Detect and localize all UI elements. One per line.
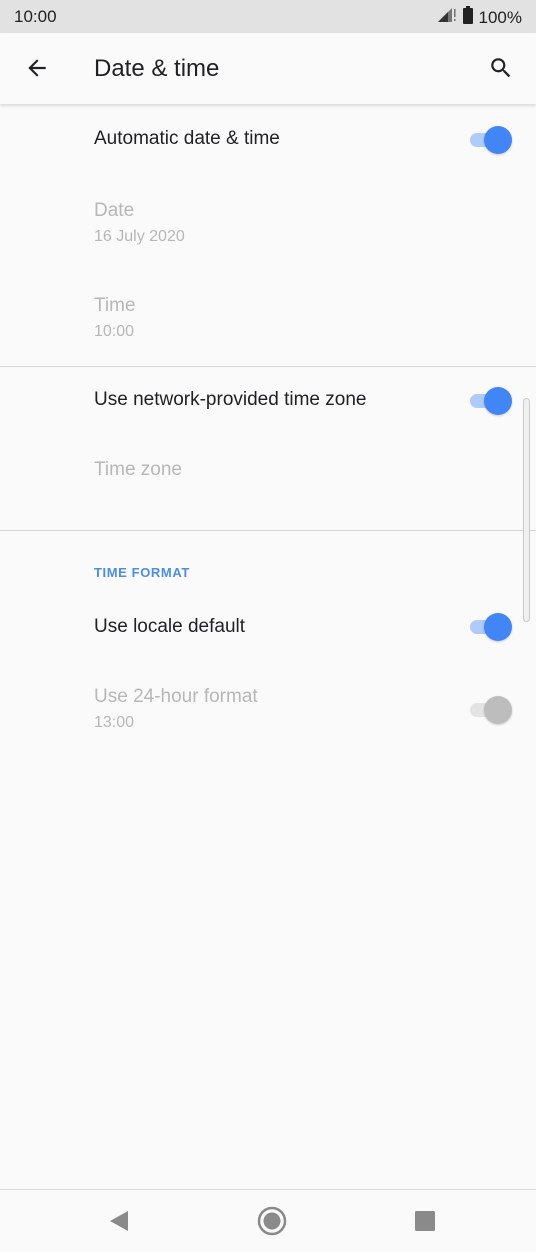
nav-back-button[interactable] bbox=[102, 1204, 136, 1238]
nav-back-icon bbox=[110, 1211, 128, 1231]
date-row: Date 16 July 2020 bbox=[0, 184, 536, 274]
time-zone-row: Time zone bbox=[0, 437, 536, 507]
divider bbox=[0, 530, 536, 531]
automatic-date-time-switch[interactable] bbox=[468, 126, 512, 154]
network-time-zone-row[interactable]: Use network-provided time zone bbox=[0, 367, 536, 437]
scrollbar[interactable] bbox=[523, 398, 530, 622]
automatic-date-time-label: Automatic date & time bbox=[94, 128, 280, 149]
network-time-zone-label: Use network-provided time zone bbox=[94, 389, 367, 410]
battery-level: 100% bbox=[478, 7, 522, 27]
signal-icon bbox=[437, 7, 457, 28]
network-time-zone-switch[interactable] bbox=[468, 387, 512, 415]
app-bar: Date & time bbox=[0, 33, 536, 104]
nav-home-icon bbox=[257, 1206, 287, 1236]
navigation-bar bbox=[0, 1189, 536, 1252]
nav-recents-icon bbox=[415, 1211, 435, 1231]
battery-icon bbox=[462, 6, 473, 29]
locale-default-label: Use locale default bbox=[94, 616, 246, 637]
settings-list: Automatic date & time Date 16 July 2020 … bbox=[0, 104, 536, 1189]
time-label: Time bbox=[94, 295, 136, 316]
date-label: Date bbox=[94, 200, 135, 221]
use-24-hour-switch bbox=[468, 696, 512, 724]
date-value: 16 July 2020 bbox=[94, 228, 185, 245]
search-button[interactable] bbox=[480, 47, 522, 89]
page-title: Date & time bbox=[94, 55, 220, 82]
status-bar: 10:00 100% bbox=[0, 0, 536, 33]
time-value: 10:00 bbox=[94, 323, 135, 340]
status-time: 10:00 bbox=[14, 7, 57, 26]
nav-recents-button[interactable] bbox=[408, 1204, 442, 1238]
nav-home-button[interactable] bbox=[255, 1204, 289, 1238]
time-row: Time 10:00 bbox=[0, 279, 536, 369]
locale-default-row[interactable]: Use locale default bbox=[0, 594, 536, 660]
search-icon bbox=[491, 58, 511, 78]
status-icons: 100% bbox=[437, 6, 522, 29]
use-24-hour-label: Use 24-hour format bbox=[94, 686, 258, 707]
automatic-date-time-row[interactable]: Automatic date & time bbox=[0, 104, 536, 176]
back-button[interactable] bbox=[16, 47, 58, 89]
time-format-header: TIME FORMAT bbox=[94, 565, 190, 580]
use-24-hour-row: Use 24-hour format 13:00 bbox=[0, 674, 536, 754]
use-24-hour-value: 13:00 bbox=[94, 714, 135, 731]
time-zone-label: Time zone bbox=[94, 459, 182, 480]
locale-default-switch[interactable] bbox=[468, 613, 512, 641]
arrow-back-icon bbox=[28, 59, 46, 77]
